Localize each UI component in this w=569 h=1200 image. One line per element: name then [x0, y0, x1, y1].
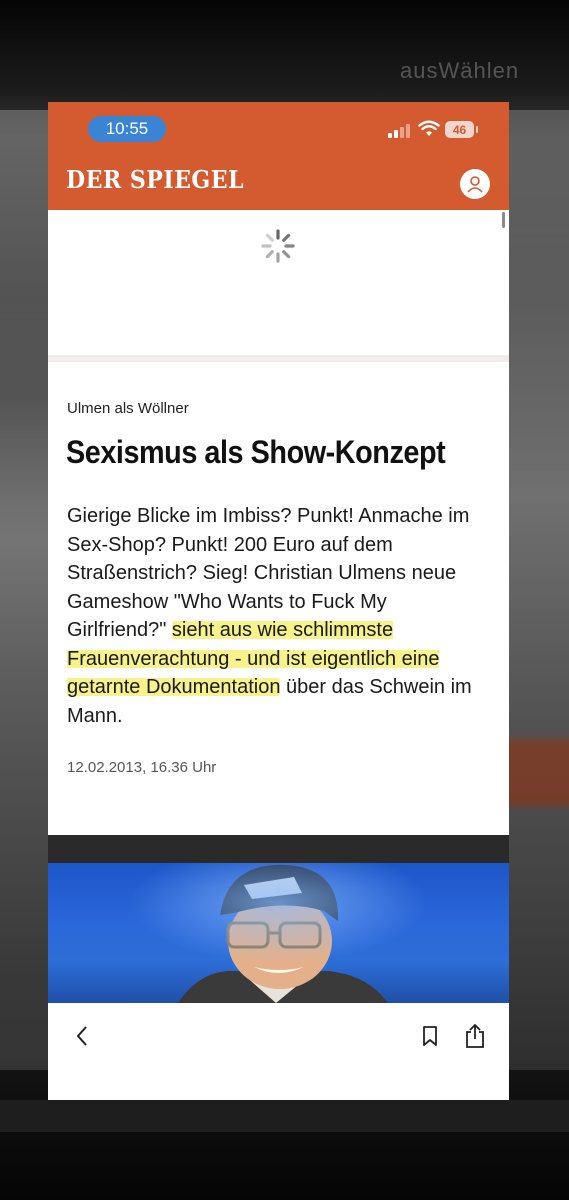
scrollbar[interactable]	[502, 212, 505, 228]
photo-stage-light	[128, 863, 428, 963]
ad-placeholder	[48, 210, 509, 355]
status-time[interactable]: 10:55	[88, 116, 166, 142]
user-icon[interactable]	[460, 169, 490, 199]
battery-tip	[476, 126, 478, 133]
loading-spinner-icon	[261, 229, 295, 263]
article-photo[interactable]	[48, 863, 509, 1003]
battery-indicator: 46	[445, 121, 474, 138]
blurred-background-left	[0, 110, 48, 1070]
article-date: 12.02.2013, 16.36 Uhr	[67, 759, 217, 776]
article-teaser: Gierige Blicke im Imbiss? Punkt! Anmache…	[67, 502, 487, 730]
blurred-background-right	[509, 110, 569, 1070]
app-window: 10:55 46 DER SPIEGEL Ulmen als Wöllner S…	[48, 102, 509, 1100]
article-headline: Sexismus als Show-Konzept	[66, 434, 446, 470]
blurred-background-bar	[0, 1100, 569, 1132]
section-gap	[48, 835, 509, 863]
bookmark-icon[interactable]	[418, 1023, 442, 1049]
spiegel-logo[interactable]: DER SPIEGEL	[66, 165, 244, 194]
app-header: 10:55 46 DER SPIEGEL	[48, 102, 509, 210]
wifi-icon	[418, 120, 440, 136]
section-divider	[48, 355, 509, 362]
share-icon[interactable]	[463, 1023, 487, 1049]
bottom-toolbar	[48, 1003, 509, 1100]
blurred-background-title: ausWählen	[400, 58, 520, 83]
signal-icon	[388, 124, 410, 138]
chevron-left-icon[interactable]	[70, 1023, 94, 1049]
article-kicker: Ulmen als Wöllner	[67, 400, 189, 417]
